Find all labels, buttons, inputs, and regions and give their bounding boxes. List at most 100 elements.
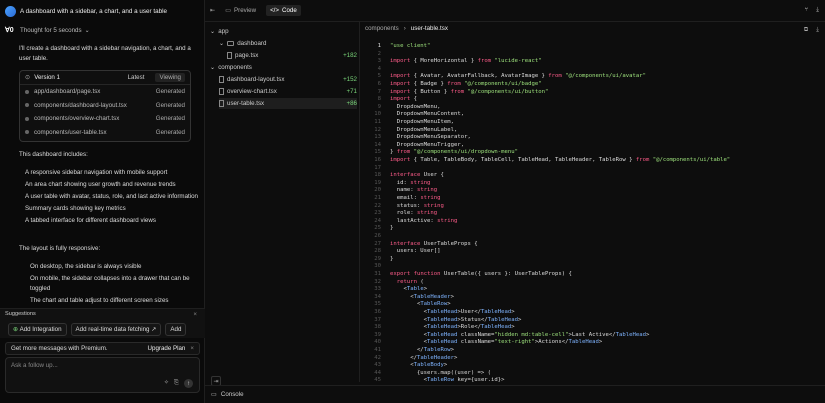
code-line: <TableHead className="text-right">Action…: [390, 339, 603, 346]
attach-icon[interactable]: ⎘: [174, 379, 179, 388]
code-line: DropdownMenuSeparator,: [390, 134, 471, 141]
tree-folder-app[interactable]: ⌄ app: [210, 26, 350, 37]
tab-code[interactable]: </> Code: [266, 5, 301, 16]
tree-label: dashboard: [237, 40, 267, 47]
sparkle-icon[interactable]: ✧: [164, 379, 169, 388]
code-line: role: string: [390, 210, 438, 217]
console-label: Console: [220, 391, 244, 398]
file-dot-icon: [25, 103, 29, 108]
download-icon[interactable]: ⤓: [816, 6, 819, 14]
line-number: 30: [374, 263, 381, 270]
tree-folder-dashboard[interactable]: ⌄ dashboard: [219, 38, 359, 49]
chat-title[interactable]: A dashboard with a sidebar, a chart, and…: [20, 8, 167, 15]
tab-label: Preview: [234, 7, 257, 14]
line-number: 42: [374, 354, 381, 361]
line-number: 11: [374, 119, 381, 125]
chevron-down-icon: ⌄: [210, 28, 216, 35]
sidebar-toggle-icon[interactable]: ⇤: [210, 7, 215, 14]
code-line: <TableHeader>: [390, 293, 454, 300]
tab-preview[interactable]: ▭ Preview: [221, 5, 260, 16]
line-number: 6: [377, 81, 381, 87]
version-file-row[interactable]: components/user-table.tsx Generated: [20, 126, 190, 140]
suggestions-panel: Suggestions × ⊕ Add Integration Add real…: [0, 308, 205, 338]
line-number: 4: [377, 65, 381, 72]
breadcrumb: components › user-table.tsx: [365, 25, 448, 32]
thought-toggle[interactable]: ∀0 Thought for 5 seconds ⌄: [5, 26, 90, 35]
breadcrumb-folder[interactable]: components: [365, 25, 399, 32]
line-number: 28: [374, 248, 381, 255]
code-editor[interactable]: 1 "use client" 2 3 import { MoreHorizontal }…: [363, 40, 823, 385]
file-dot-icon: [25, 116, 29, 121]
code-line: id: string: [390, 179, 431, 186]
file-dot-icon: [25, 89, 29, 94]
file-path: components/overview-chart.tsx: [34, 115, 120, 123]
version-icon: ⊙: [25, 74, 31, 81]
suggestion-realtime[interactable]: Add real-time data fetching ↗: [70, 323, 162, 336]
version-label: Version 1: [34, 74, 60, 81]
monitor-icon: ▭: [225, 7, 232, 14]
line-number: 32: [374, 278, 381, 285]
line-number: 27: [374, 240, 381, 247]
console-bar[interactable]: ▭ Console: [205, 385, 825, 403]
line-number: 12: [374, 126, 381, 133]
line-number: 14: [374, 141, 381, 148]
tree-file-dashboard-layout[interactable]: dashboard-layout.tsx +152: [219, 74, 357, 85]
line-number: 33: [374, 286, 381, 293]
line-number: 25: [374, 225, 381, 232]
project-avatar[interactable]: [5, 5, 16, 17]
code-line: }: [390, 225, 394, 232]
line-number: 3: [377, 58, 381, 65]
file-icon: [219, 76, 224, 83]
code-line: <TableRow>: [390, 301, 451, 308]
code-line: return (: [396, 278, 424, 285]
file-path: app/dashboard/page.tsx: [34, 88, 101, 96]
version-file-row[interactable]: components/dashboard-layout.tsx Generated: [20, 99, 190, 113]
code-line: name: string: [390, 187, 438, 194]
tree-file-page[interactable]: page.tsx +182: [227, 50, 357, 61]
tree-file-user-table[interactable]: user-table.tsx +86: [219, 98, 357, 109]
list-item: On mobile, the sidebar collapses into a …: [30, 275, 190, 292]
tree-label: overview-chart.tsx: [227, 88, 277, 95]
send-button[interactable]: ↑: [184, 379, 193, 388]
version-card[interactable]: ⊙ Version 1 Latest Viewing app/dashboard…: [19, 70, 191, 142]
code-line: <TableHead className="hidden md:table-ce…: [390, 331, 650, 338]
tree-label: page.tsx: [235, 52, 259, 59]
tree-label: app: [218, 28, 229, 35]
upgrade-plan-button[interactable]: Upgrade Plan: [148, 345, 186, 352]
tab-label: Code: [282, 7, 297, 14]
tree-file-overview-chart[interactable]: overview-chart.tsx +71: [219, 86, 357, 97]
close-icon[interactable]: ×: [190, 345, 194, 352]
close-icon[interactable]: ×: [193, 311, 197, 318]
diff-count: +152: [343, 76, 357, 83]
line-number: 17: [374, 164, 381, 171]
chevron-right-icon: ›: [403, 25, 406, 32]
chip-label: Add: [170, 326, 182, 333]
code-line: DropdownMenuItem,: [390, 119, 454, 125]
tree-folder-components[interactable]: ⌄ components: [210, 62, 350, 73]
code-line: {users.map((user) => (: [390, 369, 492, 376]
line-number: 21: [374, 195, 381, 201]
chevron-down-icon: ⌄: [84, 26, 90, 34]
latest-badge: Latest: [127, 74, 145, 81]
line-number: 45: [374, 377, 381, 384]
code-line: </TableHeader>: [390, 354, 458, 361]
download-icon[interactable]: ⤓: [816, 26, 819, 34]
version-file-row[interactable]: components/overview-chart.tsx Generated: [20, 112, 190, 126]
file-path: components/dashboard-layout.tsx: [34, 101, 127, 109]
code-line: } from "@/components/ui/dropdown-menu": [390, 149, 519, 156]
line-number: 41: [374, 347, 381, 353]
suggestion-add-integration[interactable]: ⊕ Add Integration: [8, 323, 67, 336]
input-placeholder: Ask a follow up...: [11, 362, 58, 369]
followup-input[interactable]: Ask a follow up... ✧ ⎘ ↑: [5, 357, 200, 393]
code-line: <TableHead>Role</TableHead>: [390, 324, 515, 331]
code-line: users: User[]: [390, 248, 441, 255]
copy-icon[interactable]: ⧉: [804, 26, 808, 34]
suggestion-more[interactable]: Add: [165, 323, 187, 336]
fork-icon[interactable]: ⑂: [805, 6, 809, 14]
list-item: Summary cards showing key metrics: [25, 205, 126, 212]
code-icon: </>: [270, 7, 280, 14]
premium-text: Get more messages with Premium.: [11, 345, 108, 352]
version-file-row[interactable]: app/dashboard/page.tsx Generated: [20, 85, 190, 99]
code-line: DropdownMenuContent,: [390, 111, 465, 118]
file-tree: ⌄ app ⌄ dashboard page.tsx +182 ⌄ components…: [205, 22, 360, 382]
